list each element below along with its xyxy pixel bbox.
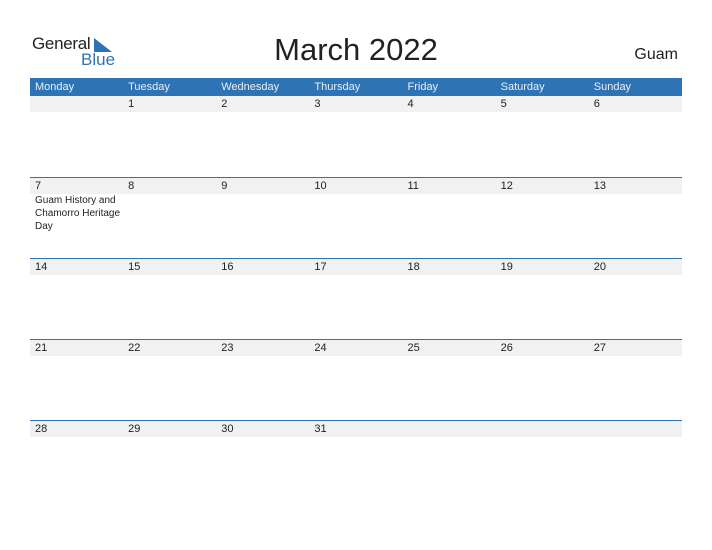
day-number: 18 <box>407 261 420 273</box>
day-event <box>309 194 402 233</box>
day-number: 2 <box>221 98 228 110</box>
date-number-row: 7 8 9 10 11 12 13 <box>30 178 682 194</box>
week-row: 21 22 23 24 25 26 27 <box>30 339 682 420</box>
day-event <box>496 194 589 233</box>
weekday-wednesday: Wednesday <box>221 81 280 93</box>
event-row: Guam History and Chamorro Heritage Day <box>30 194 682 233</box>
day-event <box>123 194 216 233</box>
day-number: 24 <box>314 342 327 354</box>
day-number <box>403 421 496 437</box>
week-row: 1 2 3 4 5 6 <box>30 96 682 177</box>
weekday-header: Monday Tuesday Wednesday Thursday Friday… <box>30 78 682 96</box>
weekday-thursday: Thursday <box>314 81 361 93</box>
day-number <box>589 421 682 437</box>
day-number: 21 <box>35 342 48 354</box>
day-number: 9 <box>221 180 228 192</box>
day-number: 5 <box>500 98 507 110</box>
weekday-monday: Monday <box>35 81 75 93</box>
day-event: Guam History and Chamorro Heritage Day <box>35 195 121 232</box>
date-number-row: 14 15 16 17 18 19 20 <box>30 259 682 275</box>
weekday-tuesday: Tuesday <box>128 81 170 93</box>
weekday-friday: Friday <box>407 81 439 93</box>
day-event <box>589 194 682 233</box>
day-number: 20 <box>593 261 606 273</box>
weekday-saturday: Saturday <box>500 81 545 93</box>
day-number: 12 <box>500 180 513 192</box>
day-number: 31 <box>314 423 327 435</box>
day-number: 30 <box>221 423 234 435</box>
day-number: 26 <box>500 342 513 354</box>
date-number-row: 28 29 30 31 <box>30 421 682 437</box>
day-number: 16 <box>221 261 234 273</box>
day-number: 8 <box>128 180 135 192</box>
weeks-container: 1 2 3 4 5 6 7 8 9 10 11 12 13 Guam History and Chamor… <box>30 96 682 501</box>
day-number: 4 <box>407 98 414 110</box>
day-event <box>216 194 309 233</box>
date-number-row: 1 2 3 4 5 6 <box>30 96 682 112</box>
day-number: 10 <box>314 180 327 192</box>
day-number: 3 <box>314 98 321 110</box>
day-event <box>403 194 496 233</box>
day-number: 27 <box>593 342 606 354</box>
day-number: 28 <box>35 423 48 435</box>
day-number: 22 <box>128 342 141 354</box>
week-row: 28 29 30 31 <box>30 420 682 501</box>
weekday-sunday: Sunday <box>593 81 632 93</box>
day-number <box>496 421 589 437</box>
day-number: 13 <box>593 180 606 192</box>
day-number: 23 <box>221 342 234 354</box>
day-number: 15 <box>128 261 141 273</box>
date-number-row: 21 22 23 24 25 26 27 <box>30 340 682 356</box>
day-number: 19 <box>500 261 513 273</box>
region-label: Guam <box>634 46 678 63</box>
week-row: 7 8 9 10 11 12 13 Guam History and Chamorro Her… <box>30 177 682 258</box>
day-number: 17 <box>314 261 327 273</box>
week-row: 14 15 16 17 18 19 20 <box>30 258 682 339</box>
day-number: 14 <box>35 261 48 273</box>
day-number: 6 <box>593 98 600 110</box>
day-number: 25 <box>407 342 420 354</box>
day-number: 29 <box>128 423 141 435</box>
day-number: 1 <box>128 98 135 110</box>
day-number <box>30 96 123 112</box>
calendar-title: March 2022 <box>274 32 438 67</box>
day-number: 7 <box>35 180 42 192</box>
day-number: 11 <box>407 180 419 192</box>
calendar-grid: Monday Tuesday Wednesday Thursday Friday… <box>30 78 682 501</box>
